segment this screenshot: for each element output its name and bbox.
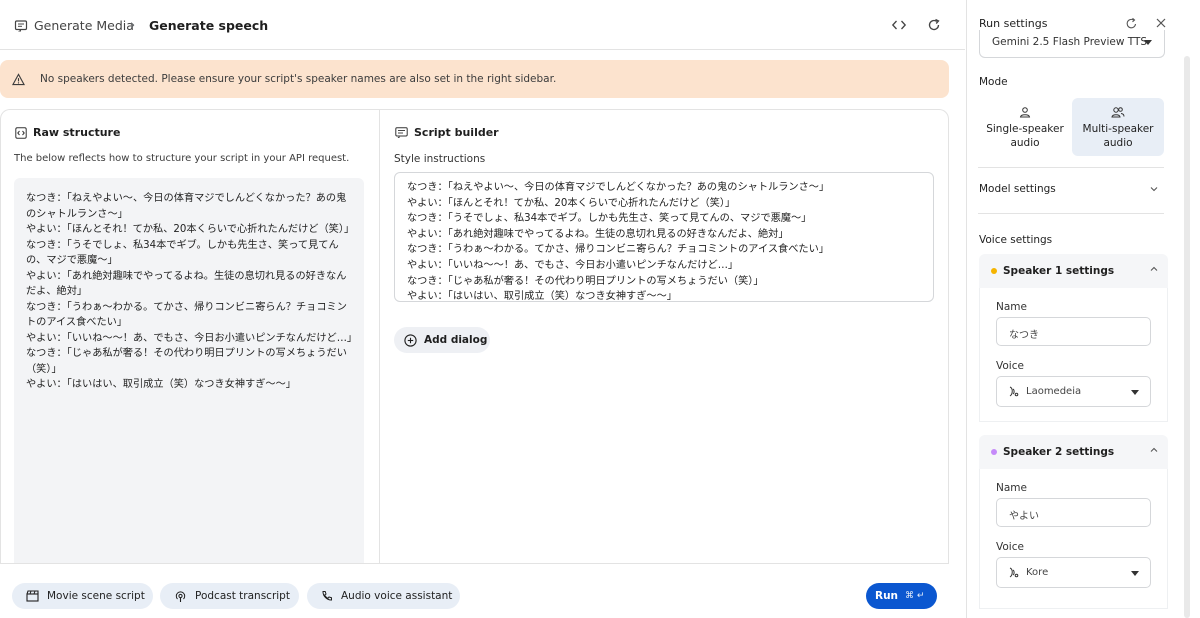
sidebar-divider — [978, 213, 1164, 214]
breadcrumb-separator: › — [130, 18, 136, 33]
model-select[interactable]: Gemini 2.5 Flash Preview TTS — [979, 30, 1165, 58]
breadcrumb-generate-media[interactable]: Generate Media — [14, 18, 134, 33]
run-settings-title: Run settings — [979, 17, 1048, 30]
add-circle-icon — [404, 333, 417, 347]
page-title: Generate speech — [149, 18, 269, 33]
raw-line: やよい：「あれ絶対趣味でやってるよね。生徒の息切れ見るの好きなんだよ、絶対」 — [26, 270, 347, 298]
style-line: やよい：「いいね〜〜！あ、でもさ、今日お小遣いピンチなんだけど…」 — [407, 259, 739, 271]
header: Generate Media › Generate speech — [0, 0, 965, 50]
model-select-value: Gemini 2.5 Flash Preview TTS — [992, 36, 1148, 48]
voice-settings-label: Voice settings — [979, 234, 1053, 246]
speaker-2-dot — [991, 449, 997, 455]
warning-banner: No speakers detected. Please ensure your… — [0, 60, 949, 98]
style-line: やよい：「あれ絶対趣味でやってるよね。生徒の息切れ見るの好きなんだよ、絶対」 — [407, 228, 789, 240]
podcast-icon — [174, 590, 187, 603]
speaker-2-name-input[interactable]: やよい — [996, 498, 1151, 527]
audio-voice-assistant-chip[interactable]: Audio voice assistant — [307, 583, 460, 609]
chevron-down-icon — [1131, 390, 1139, 395]
mode-label: Mode — [979, 76, 1008, 88]
raw-line: なつき：「うわぁ〜わかる。てかさ、帰りコンビニ寄らん？チョコミントのアイス食べた… — [26, 301, 347, 329]
model-settings-label[interactable]: Model settings — [979, 183, 1056, 195]
raw-line: やよい：「いいね〜〜！あ、でもさ、今日お小遣いピンチなんだけど…」 — [26, 332, 358, 344]
speaker-1-dot — [991, 268, 997, 274]
clapperboard-icon — [26, 590, 39, 602]
raw-structure-title: Raw structure — [15, 126, 120, 139]
movie-scene-script-chip[interactable]: Movie scene script — [12, 583, 153, 609]
style-line: なつき：「じゃあ私が奢る！その代わり明日プリントの写メちょうだい（笑）」 — [407, 275, 764, 287]
people-icon — [1072, 106, 1164, 118]
chevron-down-icon — [1144, 40, 1152, 45]
media-icon — [14, 19, 28, 33]
code-bracket-icon — [15, 126, 27, 139]
add-dialog-button[interactable]: Add dialog — [394, 327, 490, 353]
breadcrumb-root-label: Generate Media — [34, 18, 134, 33]
panel-divider — [379, 109, 380, 563]
raw-line: なつき：「じゃあ私が奢る！その代わり明日プリントの写メちょうだい（笑）」 — [26, 348, 347, 375]
raw-line: やよい：「ほんとそれ！てか私、20本くらいで心折れたんだけど（笑）」 — [26, 224, 355, 235]
raw-structure-description: The below reflects how to structure your… — [14, 153, 350, 164]
reset-settings-icon[interactable] — [1125, 17, 1139, 31]
voice-icon — [1007, 385, 1020, 398]
raw-line: なつき：「うそでしょ、私34本でギブ。しかも先生さ、笑って見てんの、マジで悪魔〜… — [26, 239, 339, 267]
speaker-2-voice-select[interactable]: Kore — [996, 557, 1151, 588]
chevron-up-icon[interactable] — [1149, 445, 1159, 455]
style-line: やよい：「ほんとそれ！てか私、20本くらいで心折れたんだけど（笑）」 — [407, 197, 736, 209]
sidebar-divider — [978, 167, 1164, 168]
speaker-1-name-label: Name — [996, 301, 1027, 313]
podcast-transcript-chip[interactable]: Podcast transcript — [160, 583, 299, 609]
chevron-down-icon[interactable] — [1149, 184, 1159, 194]
style-instructions-input[interactable]: なつき：「ねえやよい〜、今日の体育マジでしんどくなかった？あの鬼のシャトルランさ… — [394, 172, 934, 302]
speaker-2-name-label: Name — [996, 482, 1027, 494]
warning-text: No speakers detected. Please ensure your… — [40, 73, 557, 85]
multi-speaker-mode-button[interactable]: Multi-speaker audio — [1072, 98, 1164, 156]
speaker-1-voice-label: Voice — [996, 360, 1024, 372]
close-icon[interactable] — [1155, 17, 1169, 31]
bottom-divider — [0, 563, 949, 564]
speaker-1-voice-select[interactable]: Laomedeia — [996, 376, 1151, 407]
run-button[interactable]: Run ⌘ ↵ — [866, 583, 937, 609]
speaker-1-name-input[interactable]: なつき — [996, 317, 1151, 346]
refresh-icon[interactable] — [926, 17, 944, 35]
style-instructions-label: Style instructions — [394, 153, 486, 165]
sidebar-scrollbar[interactable] — [1184, 56, 1190, 618]
raw-line: なつき：「ねえやよい〜、今日の体育マジでしんどくなかった？あの鬼のシャトルランさ… — [26, 193, 347, 220]
person-icon — [979, 106, 1071, 118]
style-line: なつき：「うわぁ〜わかる。てかさ、帰りコンビニ寄らん？チョコミントのアイス食べた… — [407, 244, 829, 256]
code-icon[interactable] — [891, 17, 909, 35]
speaker-2-settings-header[interactable]: Speaker 2 settings — [979, 435, 1168, 469]
raw-line: やよい：「はいはい、取引成立（笑）なつき女神すぎ〜〜」 — [26, 379, 296, 390]
phone-icon — [321, 590, 333, 602]
single-speaker-mode-button[interactable]: Single-speaker audio — [979, 98, 1071, 156]
speaker-1-settings-header[interactable]: Speaker 1 settings — [979, 254, 1168, 288]
run-shortcut: ⌘ ↵ — [905, 591, 925, 601]
chevron-down-icon — [1131, 571, 1139, 576]
voice-icon — [1007, 566, 1020, 579]
style-line: なつき：「ねえやよい〜、今日の体育マジでしんどくなかった？あの鬼のシャトルランさ… — [407, 182, 830, 193]
speaker-2-voice-label: Voice — [996, 541, 1024, 553]
script-builder-title: Script builder — [395, 126, 499, 139]
style-line: やよい：「はいはい、取引成立（笑）なつき女神すぎ〜〜」 — [407, 291, 677, 303]
warning-icon — [12, 72, 25, 86]
script-icon — [395, 126, 408, 139]
style-line: なつき：「うそでしょ、私34本でギブ。しかも先生さ、笑って見てんの、マジで悪魔〜… — [407, 213, 812, 225]
chevron-up-icon[interactable] — [1149, 264, 1159, 274]
raw-structure-box: なつき：「ねえやよい〜、今日の体育マジでしんどくなかった？あの鬼のシャトルランさ… — [14, 178, 364, 563]
